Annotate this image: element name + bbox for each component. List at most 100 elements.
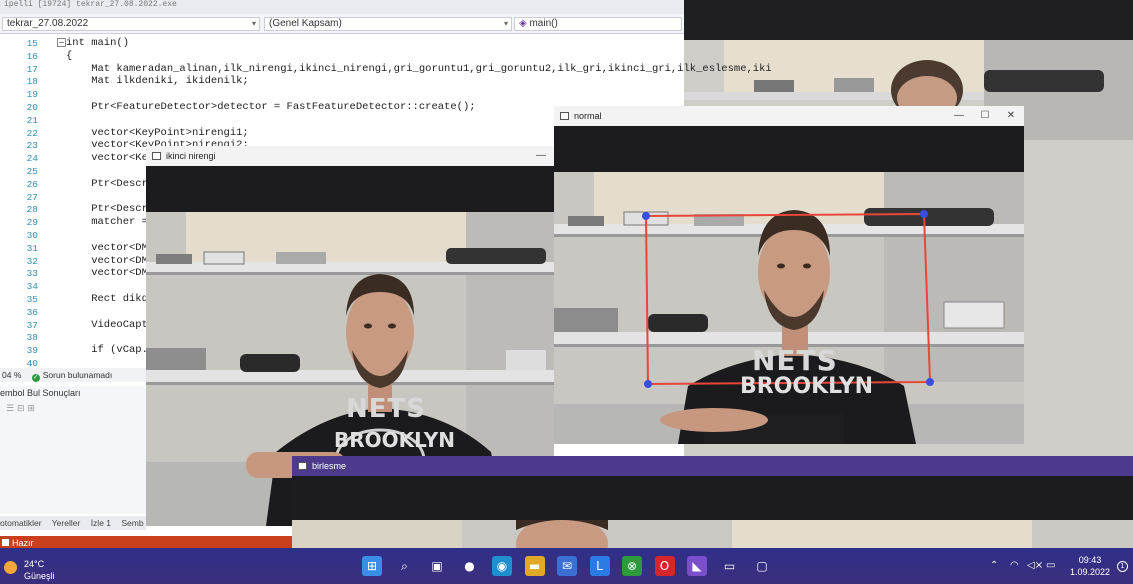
close-icon[interactable]: ✕ (998, 106, 1024, 126)
window-app-icon (298, 462, 307, 470)
clock-time: 09:43 (1078, 555, 1102, 565)
normal-window-titlebar[interactable]: normal — ☐ ✕ (554, 106, 1024, 126)
code-line[interactable]: { (66, 50, 72, 62)
visual-studio-icon[interactable]: ◣ (687, 556, 707, 576)
collapse-all-icon[interactable]: ⊟ (17, 404, 25, 414)
line-number: 35 (26, 294, 38, 305)
tab-watch[interactable]: İzle 1 (91, 518, 111, 528)
normal-camera-frame: NETS BROOKLYN (554, 172, 1024, 444)
line-number: 22 (26, 127, 38, 139)
letterbox-top (146, 166, 554, 212)
code-line[interactable]: if (vCap.i (66, 344, 154, 356)
window-app-icon (560, 112, 569, 120)
check-circle-icon: ✓ (31, 374, 40, 382)
list-icon[interactable]: ☰ (6, 404, 14, 414)
minimize-icon[interactable]: — (528, 146, 554, 166)
normal-window-title: normal (574, 111, 602, 121)
code-line[interactable]: int main() (66, 37, 129, 49)
task-view-icon[interactable]: ▣ (427, 556, 447, 576)
edge-icon[interactable]: ◉ (492, 556, 512, 576)
line-number: 32 (26, 255, 38, 267)
line-number: 34 (26, 281, 38, 293)
file-dropdown[interactable]: tekrar_27.08.2022 ▾ (2, 17, 260, 31)
tab-locals[interactable]: Yereller (52, 518, 81, 528)
minimize-icon[interactable]: — (946, 106, 972, 126)
code-line[interactable]: vector<KeyPoint>nirengi1; (66, 127, 249, 139)
birlesme-window-titlebar[interactable]: birlesme (292, 456, 1133, 476)
code-line[interactable]: vector<DMa (66, 255, 154, 267)
document-tab-strip: ipelli [19724] tekrar_27.08.2022.exe (0, 0, 684, 14)
search-icon[interactable]: ⌕ (395, 556, 415, 576)
chevron-up-icon[interactable]: ⌃ (990, 560, 998, 571)
function-dropdown-label: main() (529, 18, 558, 29)
console-app-icon[interactable]: ▭ (720, 556, 740, 576)
shirt-text-brooklyn: BROOKLYN (740, 374, 874, 399)
code-line[interactable]: vector<Key (66, 152, 154, 164)
find-symbol-panel: embol Bul Sonuçları ☰ ⊟ ⊞ (0, 386, 146, 514)
shirt-text-nets: NETS (752, 344, 838, 377)
ikinci-window-titlebar[interactable]: ikinci nirengi — (146, 146, 554, 166)
maximize-icon[interactable]: ☐ (972, 106, 998, 126)
letterbox-top (292, 476, 1133, 520)
app-l-icon[interactable]: L (589, 556, 610, 576)
window-app-icon (152, 152, 161, 160)
function-icon: ◈ (519, 18, 530, 29)
zoom-level[interactable]: 04 % (0, 370, 21, 380)
line-number: 18 (26, 76, 38, 88)
file-explorer-icon[interactable]: ▬ (524, 556, 545, 576)
find-panel-title: embol Bul Sonuçları (0, 388, 81, 398)
file-dropdown-label: tekrar_27.08.2022 (7, 18, 89, 29)
line-number: 29 (26, 217, 38, 229)
code-line[interactable]: matcher = (66, 216, 148, 228)
line-number: 38 (26, 332, 38, 344)
start-icon[interactable]: ⊞ (362, 556, 382, 576)
shirt-text-nets: NETS (346, 394, 426, 424)
weather-temp: 24°C (24, 559, 45, 569)
code-line[interactable]: Ptr<Descri (66, 178, 154, 190)
ikinci-window-title: ikinci nirengi (166, 151, 216, 161)
line-number: 37 (26, 319, 38, 331)
editor-status-row: 04 % ✓ Sorun bulunamadı (0, 368, 146, 382)
scope-dropdown[interactable]: (Genel Kapsam) ▾ (264, 17, 512, 31)
code-line[interactable]: Ptr<FeatureDetector>detector = FastFeatu… (66, 101, 475, 113)
tab-symbols[interactable]: Semb (121, 518, 143, 528)
function-dropdown[interactable]: ◈ main() (514, 17, 682, 31)
code-line[interactable]: VideoCaptu (66, 319, 154, 331)
opera-icon[interactable]: O (654, 556, 675, 576)
chat-icon[interactable]: ● (460, 556, 480, 576)
code-line[interactable]: Mat kameradan_alinan,ilk_nirengi,ikinci_… (66, 63, 772, 75)
status-icon (2, 539, 9, 546)
birlesme-window-title: birlesme (312, 461, 347, 471)
status-text: Hazır (12, 538, 34, 548)
panel-toolbar: ☰ ⊟ ⊞ (0, 404, 146, 414)
wifi-icon[interactable]: ◠ (1010, 560, 1019, 571)
issues-status[interactable]: Sorun bulunamadı (43, 370, 112, 380)
code-line[interactable]: vector<DMa (66, 242, 154, 254)
line-number: 36 (26, 306, 38, 318)
roi-corner-tr (920, 210, 928, 218)
normal-window[interactable]: normal — ☐ ✕ NETS BROOKLYN (554, 106, 1024, 444)
code-line[interactable]: Mat ilkdeniki, ikidenilk; (66, 75, 249, 87)
expand-all-icon[interactable]: ⊞ (27, 404, 35, 414)
mail-icon[interactable]: ✉ (557, 556, 577, 576)
scope-dropdown-label: (Genel Kapsam) (269, 18, 342, 29)
line-number: 20 (26, 102, 38, 113)
notification-badge[interactable]: 1 (1117, 561, 1128, 572)
tab-autos[interactable]: otomatikler (0, 518, 42, 528)
battery-icon[interactable]: ▭ (1046, 560, 1055, 571)
collapse-icon[interactable]: − (57, 38, 66, 47)
system-clock[interactable]: 09:43 1.09.2022 (1068, 554, 1112, 578)
code-line[interactable]: Rect dikdo (66, 293, 154, 305)
code-line[interactable]: Ptr<Descri (66, 203, 154, 215)
code-line[interactable]: vector<DMa (66, 267, 154, 279)
line-number: 26 (26, 178, 38, 190)
line-number: 33 (26, 268, 38, 280)
opencv-window-icon[interactable]: ▢ (752, 556, 772, 576)
xbox-icon[interactable]: ⊗ (622, 556, 642, 576)
line-number: 19 (26, 89, 38, 101)
birlesme-window[interactable]: birlesme (292, 456, 1133, 548)
speaker-icon[interactable]: ◁× (1027, 560, 1043, 571)
line-number: 30 (26, 230, 38, 241)
line-number: 39 (26, 345, 38, 357)
line-number: 23 (26, 140, 38, 152)
